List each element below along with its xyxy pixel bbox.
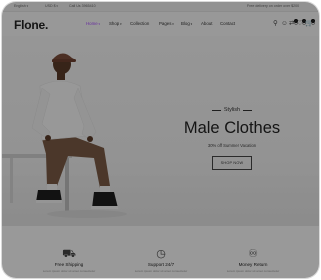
page-frame: English USD $ Call Us 3965410 Free deliv… <box>2 2 319 278</box>
modal-backdrop[interactable] <box>2 2 319 278</box>
